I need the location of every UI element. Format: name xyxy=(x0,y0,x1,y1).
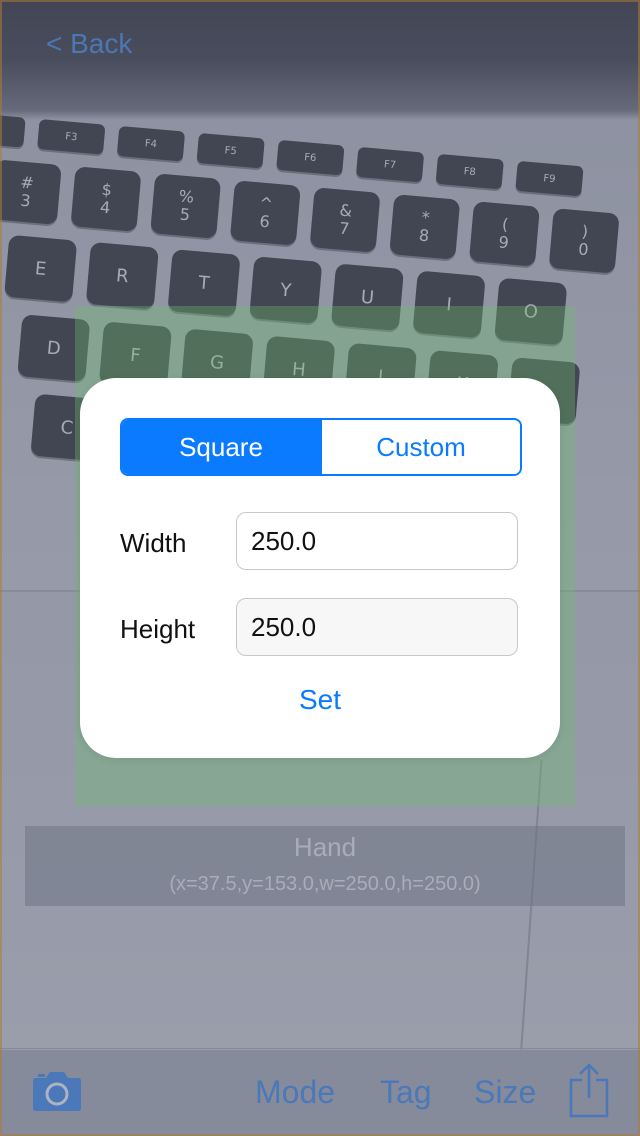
annotation-coords: (x=37.5,y=153.0,w=250.0,h=250.0) xyxy=(169,873,481,895)
share-icon[interactable] xyxy=(568,1062,610,1118)
width-label: Width xyxy=(120,528,187,558)
tag-button[interactable]: Tag xyxy=(380,1074,432,1111)
segment-square[interactable]: Square xyxy=(122,420,320,474)
segment-custom[interactable]: Custom xyxy=(320,420,520,474)
annotation-label[interactable]: Hand (x=37.5,y=153.0,w=250.0,h=250.0) xyxy=(25,826,625,906)
height-value: 250.0 xyxy=(251,611,317,642)
shape-segmented-control[interactable]: Square Custom xyxy=(120,418,522,476)
annotation-tag: Hand xyxy=(293,832,357,862)
width-field[interactable]: 250.0 xyxy=(236,512,518,570)
height-label: Height xyxy=(120,614,196,644)
size-dialog: Square Custom Width 250.0 Height 250.0 S… xyxy=(80,378,560,758)
height-field[interactable]: 250.0 xyxy=(236,598,518,656)
width-value: 250.0 xyxy=(251,525,317,556)
annotation-screen: F2 F3 F4 F5 F6 F7 F8 F9 #3 $4 %5 ^6 &7 *… xyxy=(0,0,640,1136)
set-button[interactable]: Set xyxy=(80,684,560,716)
camera-icon[interactable] xyxy=(32,1070,82,1112)
mode-button[interactable]: Mode xyxy=(255,1074,335,1111)
back-button[interactable]: < Back xyxy=(46,28,132,60)
size-button[interactable]: Size xyxy=(474,1074,536,1111)
